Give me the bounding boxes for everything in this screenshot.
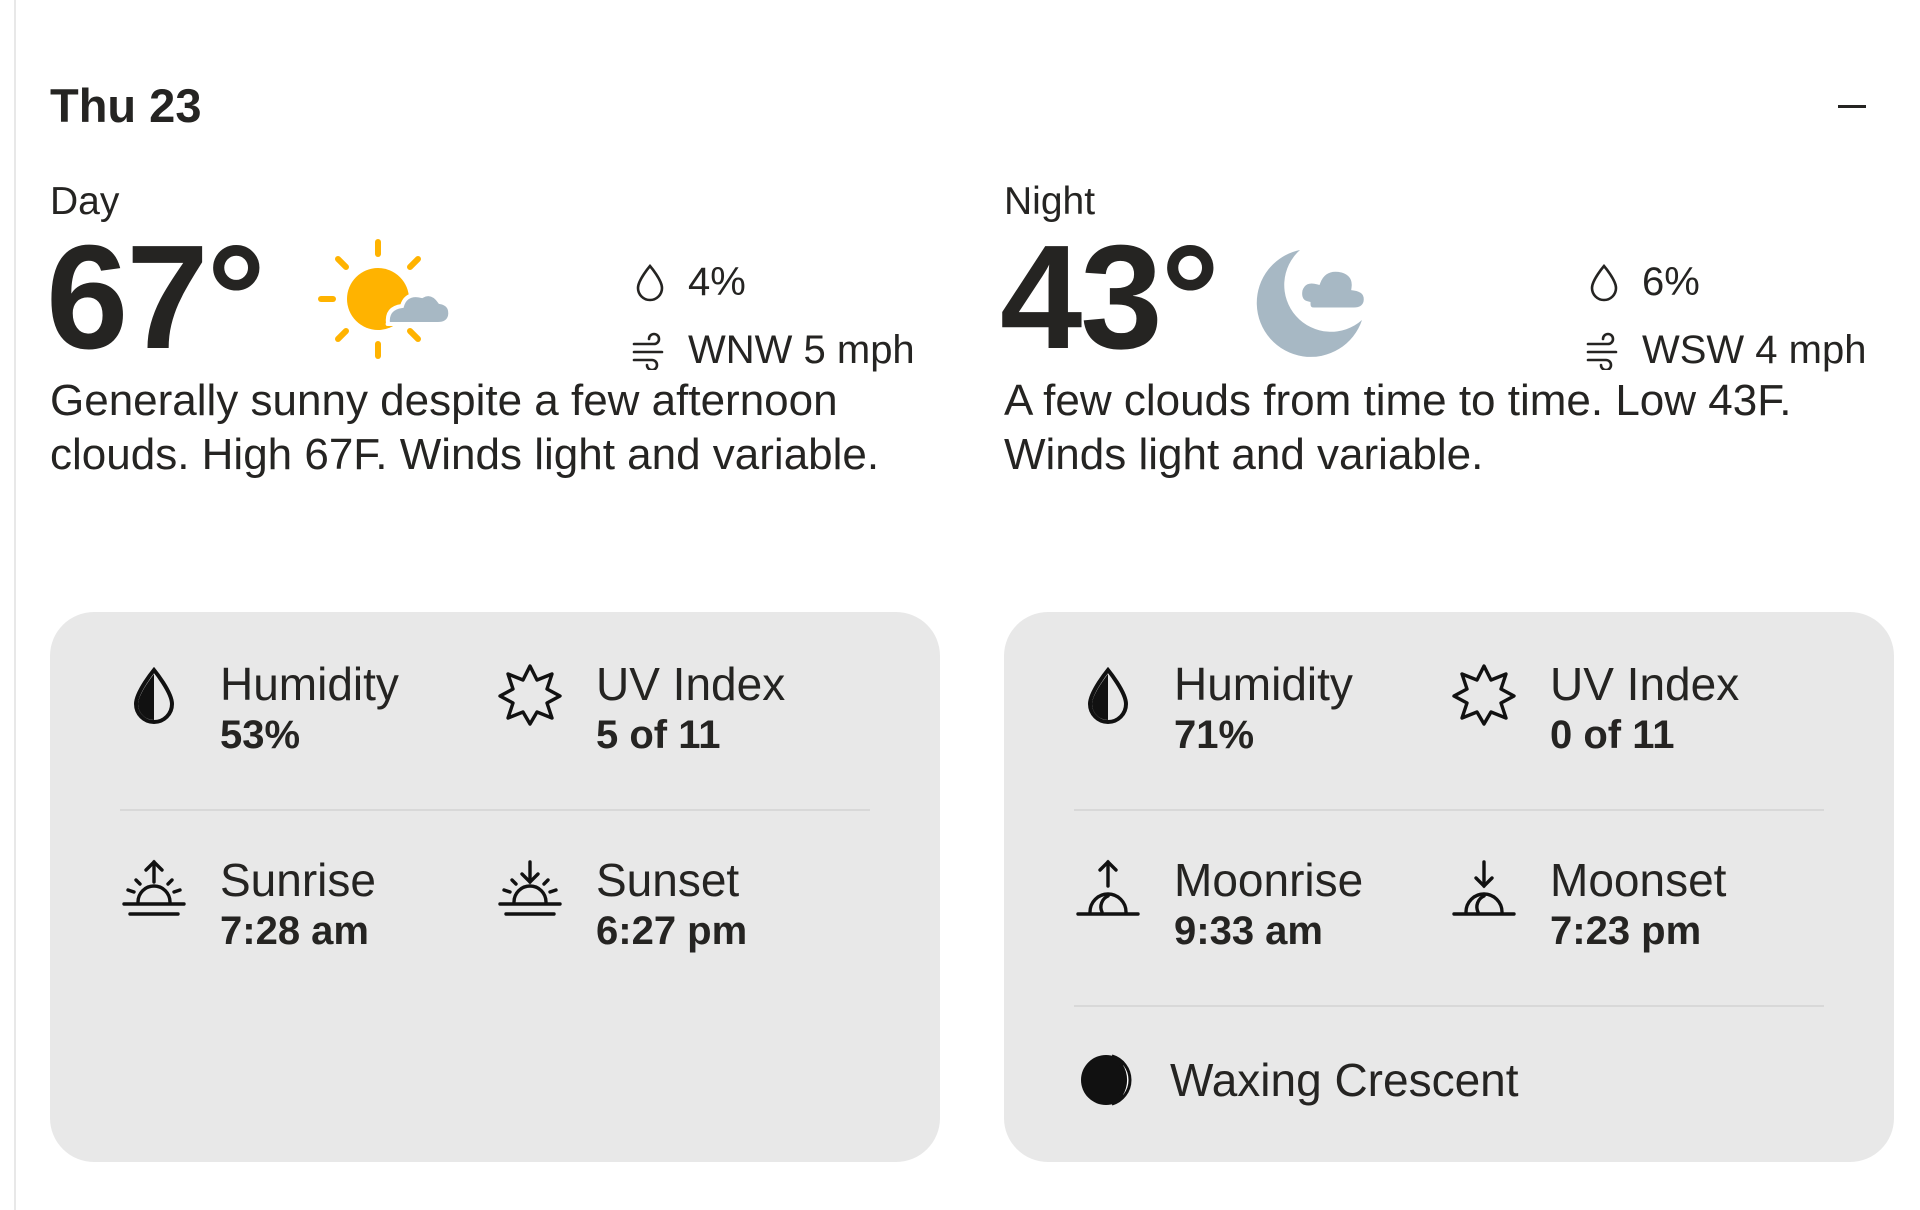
moon-phase-label: Waxing Crescent [1170,1054,1519,1106]
mostly-sunny-icon [318,239,453,359]
raindrop-icon [636,264,664,302]
day-sunset: Sunset 6:27 pm [496,852,856,962]
daily-forecast-detail: Thu 23 Day 67° 4% WNW 5 mph Generally su… [0,0,1920,1210]
night-panel: Night 43° 6% WSW 4 mph A few clouds from… [1000,178,1894,554]
day-humidity-label: Humidity [220,658,399,710]
raindrop-icon [1590,264,1618,302]
night-moonset-value: 7:23 pm [1550,909,1702,953]
night-uv-index: UV Index 0 of 11 [1450,656,1810,766]
collapse-button[interactable] [1824,78,1880,134]
date-title: Thu 23 [50,79,202,132]
day-sunrise: Sunrise 7:28 am [120,852,480,962]
day-precip-value: 4% [688,260,746,304]
night-moon-phase: Waxing Crescent [1074,1042,1824,1112]
day-temp-row: 67° 4% WNW 5 mph [46,224,940,373]
night-moonrise-value: 9:33 am [1174,909,1323,953]
night-uv-label: UV Index [1550,658,1740,710]
day-uv-label: UV Index [596,658,786,710]
uv-index-icon [1452,664,1516,726]
day-narrative: Generally sunny despite a few afternoon … [50,376,880,479]
partly-cloudy-night-icon [1256,250,1369,357]
night-temperature: 43° [1000,215,1220,380]
waxing-crescent-moon-icon [1081,1054,1132,1106]
day-panel: Day 67° 4% WNW 5 mph Generally sunny des… [46,178,940,554]
night-temp-row: 43° 6% WSW 4 mph [1000,224,1894,373]
humidity-icon [133,666,175,724]
divider [120,809,870,811]
night-details-row-2: Moonrise 9:33 am Moonset 7:23 pm [1074,852,1824,982]
divider [1074,1005,1824,1007]
night-moonrise-label: Moonrise [1174,854,1364,906]
uv-index-icon [498,664,562,726]
moonrise-icon [1076,859,1140,916]
day-sunrise-label: Sunrise [220,854,376,906]
day-sunrise-value: 7:28 am [220,909,369,953]
day-temperature: 67° [46,215,266,380]
night-moonrise: Moonrise 9:33 am [1074,852,1434,962]
day-header: Thu 23 [50,78,1890,134]
night-precip-value: 6% [1642,260,1700,304]
day-sunset-label: Sunset [596,854,740,906]
night-wind-value: WSW 4 mph [1642,328,1867,372]
day-details-card: Humidity 53% UV Index 5 of 11 Sunrise 7:… [50,612,940,1162]
moonset-icon [1452,860,1516,916]
day-uv-value: 5 of 11 [596,713,721,757]
day-details-row-2: Sunrise 7:28 am Sunset 6:27 pm [120,852,870,982]
day-uv-index: UV Index 5 of 11 [496,656,856,766]
night-details-card: Humidity 71% UV Index 0 of 11 Moonrise 9… [1004,612,1894,1162]
day-humidity-value: 53% [220,713,301,757]
wind-icon [632,332,664,370]
humidity-icon [1087,666,1129,724]
day-wind-value: WNW 5 mph [688,328,915,372]
night-uv-value: 0 of 11 [1550,713,1675,757]
night-narrative: A few clouds from time to time. Low 43F.… [1004,376,1792,479]
night-moonset-label: Moonset [1550,854,1727,906]
divider [1074,809,1824,811]
minus-icon [1838,105,1866,108]
night-moonset: Moonset 7:23 pm [1450,852,1810,962]
sunrise-icon [122,859,186,916]
sunset-icon [498,860,562,916]
night-humidity-label: Humidity [1174,658,1353,710]
day-sunset-value: 6:27 pm [596,909,748,953]
wind-icon [1586,332,1618,370]
left-border [14,0,16,1210]
day-details-row-1: Humidity 53% UV Index 5 of 11 [120,656,870,786]
night-details-row-1: Humidity 71% UV Index 0 of 11 [1074,656,1824,786]
night-humidity: Humidity 71% [1074,656,1434,766]
night-humidity-value: 71% [1174,713,1255,757]
day-humidity: Humidity 53% [120,656,480,766]
